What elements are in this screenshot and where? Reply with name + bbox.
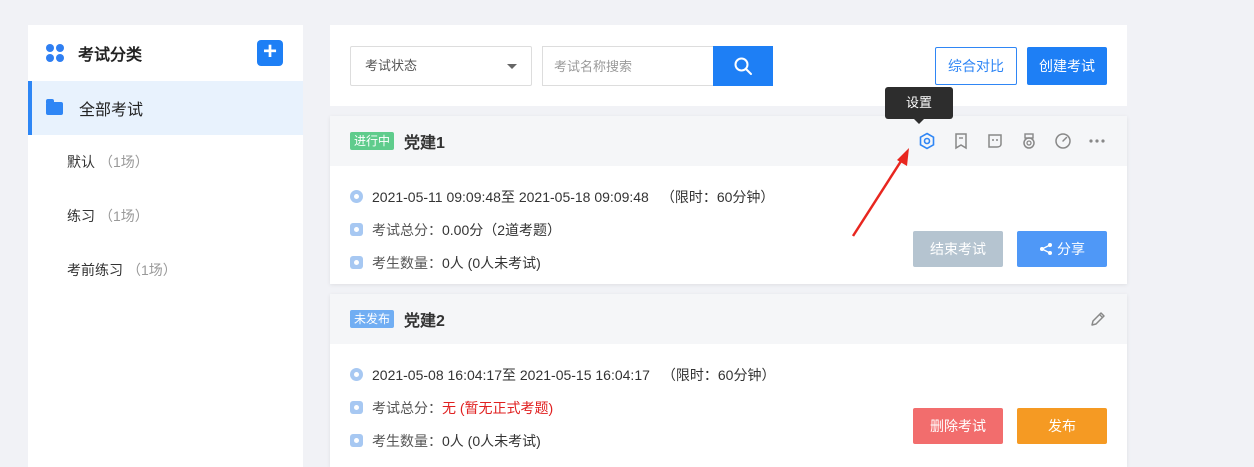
status-badge: 未发布 [350, 310, 395, 328]
exam-title[interactable]: 党建1 [404, 129, 445, 153]
folder-icon [46, 98, 63, 115]
compare-button[interactable]: 综合对比 [935, 47, 1017, 85]
clock-icon [350, 368, 363, 381]
edit-icon[interactable] [1089, 310, 1107, 333]
delete-exam-button[interactable]: 删除考试 [913, 408, 1003, 444]
score-value: 无 (暂无正式考题) [442, 399, 554, 416]
exam-time-limit: （限时：60分钟） [660, 188, 775, 205]
sidebar-title: 考试分类 [78, 47, 143, 64]
share-label: 分享 [1057, 241, 1085, 257]
score-label: 考试总分： [372, 221, 442, 238]
exam-score-row: 考试总分： 无 (暂无正式考题) [350, 391, 1127, 424]
count-value: 0人 (0人未考试) [442, 432, 541, 449]
sidebar-item-label: 全部考试 [79, 102, 144, 119]
score-icon [350, 223, 363, 236]
exam-time: 2021-05-11 09:09:48至 2021-05-18 09:09:48 [372, 188, 649, 205]
score-icon [350, 401, 363, 414]
medal-icon[interactable] [1019, 131, 1039, 151]
exam-count-row: 考生数量： 0人 (0人未考试) [350, 246, 1127, 279]
exam-card-header: 进行中 党建1 [330, 116, 1127, 166]
end-exam-button[interactable]: 结束考试 [913, 231, 1003, 267]
search-button[interactable] [713, 46, 773, 86]
exam-status-select[interactable]: 考试状态 [350, 46, 532, 86]
exam-card-body: 2021-05-08 16:04:17至 2021-05-15 16:04:17… [330, 344, 1127, 457]
exam-title[interactable]: 党建2 [404, 307, 445, 331]
share-icon [1040, 243, 1052, 255]
exam-card-header: 未发布 党建2 [330, 294, 1127, 344]
share-button[interactable]: 分享 [1017, 231, 1107, 267]
exam-count-row: 考生数量： 0人 (0人未考试) [350, 424, 1127, 457]
category-sidebar: 考试分类 + 全部考试 默认 （1场） 练习 （1场） 考前练习 （1场） [28, 25, 303, 467]
category-icon [46, 44, 64, 62]
exam-time-row: 2021-05-08 16:04:17至 2021-05-15 16:04:17… [350, 358, 1127, 391]
sidebar-item-label: 练习 [67, 208, 95, 224]
score-value: 0.00分（2道考题） [442, 221, 562, 238]
select-value: 考试状态 [365, 58, 418, 73]
user-icon [350, 256, 363, 269]
toolbar: 考试状态 综合对比 创建考试 [330, 25, 1127, 106]
exam-card: 进行中 党建1 2021-05-11 09:09:48至 2021-05-18 … [330, 116, 1127, 284]
sidebar-header: 考试分类 + [28, 25, 303, 81]
clock-icon [350, 190, 363, 203]
settings-icon[interactable] [917, 131, 937, 151]
sidebar-item-default[interactable]: 默认 （1场） [28, 135, 303, 189]
count-label: 考生数量： [372, 254, 442, 271]
sidebar-item-count: （1场） [127, 262, 177, 278]
score-label: 考试总分： [372, 399, 442, 416]
sidebar-item-practice[interactable]: 练习 （1场） [28, 189, 303, 243]
search-icon [734, 57, 752, 75]
status-badge: 进行中 [350, 132, 395, 150]
exam-time: 2021-05-08 16:04:17至 2021-05-15 16:04:17 [372, 366, 650, 383]
sidebar-item-all[interactable]: 全部考试 [28, 81, 303, 135]
bookmark-icon[interactable] [951, 131, 971, 151]
comment-icon[interactable] [985, 131, 1005, 151]
exam-actions [917, 131, 1107, 151]
more-icon[interactable] [1087, 131, 1107, 151]
exam-search-input[interactable] [542, 46, 714, 86]
sidebar-item-count: （1场） [99, 208, 149, 224]
annotation-arrow [851, 148, 909, 237]
exam-time-limit: （限时：60分钟） [661, 366, 776, 383]
add-category-button[interactable]: + [257, 40, 283, 66]
exam-time-row: 2021-05-11 09:09:48至 2021-05-18 09:09:48… [350, 180, 1127, 213]
sidebar-item-pre-exam-practice[interactable]: 考前练习 （1场） [28, 243, 303, 297]
count-value: 0人 (0人未考试) [442, 254, 541, 271]
create-exam-button[interactable]: 创建考试 [1027, 47, 1107, 85]
exam-card-body: 2021-05-11 09:09:48至 2021-05-18 09:09:48… [330, 166, 1127, 279]
timer-icon[interactable] [1053, 131, 1073, 151]
settings-tooltip: 设置 [885, 87, 953, 124]
count-label: 考生数量： [372, 432, 442, 449]
publish-button[interactable]: 发布 [1017, 408, 1107, 444]
sidebar-item-label: 默认 [67, 154, 95, 170]
sidebar-item-count: （1场） [99, 154, 149, 170]
exam-score-row: 考试总分： 0.00分（2道考题） [350, 213, 1127, 246]
chevron-down-icon [507, 64, 517, 69]
user-icon [350, 434, 363, 447]
exam-card: 未发布 党建2 2021-05-08 16:04:17至 2021-05-15 … [330, 294, 1127, 467]
sidebar-item-label: 考前练习 [67, 262, 123, 278]
